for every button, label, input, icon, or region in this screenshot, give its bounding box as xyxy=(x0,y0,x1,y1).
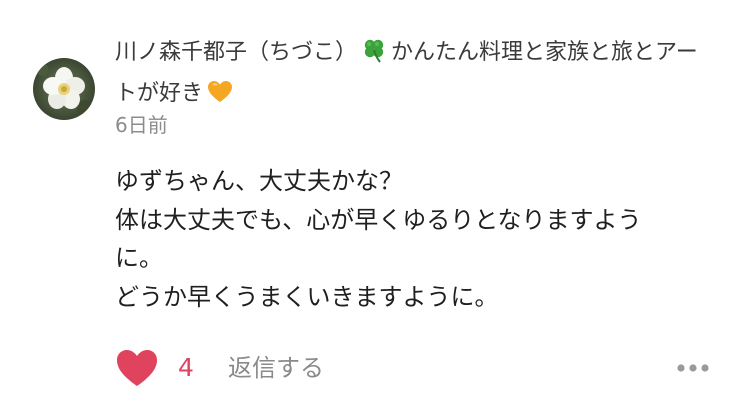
comment-line-1: ゆずちゃん、大丈夫かな？ xyxy=(115,167,403,195)
comment-line-3: に。 xyxy=(115,244,163,272)
comment-line-4: どうか早くうまくいきますように。 xyxy=(115,282,499,311)
heart-icon xyxy=(117,350,157,386)
four-leaf-clover-icon xyxy=(361,37,387,75)
comment-card: 川ノ森千都子（ちづこ） かんたん料理と家族と旅とアー トが好き 6日前 ゆずちゃん… xyxy=(0,0,739,411)
author-bio-line2: トが好き xyxy=(115,81,204,106)
comment-line-2: 体は大丈夫でも、心が早くゆるりとなりますよう xyxy=(115,205,642,234)
comment-date: 6日前 xyxy=(115,113,168,137)
author-name[interactable]: 川ノ森千都子（ちづこ） xyxy=(115,40,357,65)
like-count: 4 xyxy=(178,353,194,382)
author-bio-line1: かんたん料理と家族と旅とアー xyxy=(391,40,698,65)
more-options-button[interactable] xyxy=(675,360,711,374)
orange-heart-icon xyxy=(207,79,233,116)
reply-button[interactable]: 返信する xyxy=(228,352,324,384)
comment-body: ゆずちゃん、大丈夫かな？ 体は大丈夫でも、心が早くゆるりとなりますよう に。 ど… xyxy=(115,162,715,316)
avatar[interactable] xyxy=(33,58,95,120)
avatar-flower-image xyxy=(33,58,95,120)
more-horizontal-icon xyxy=(677,364,709,372)
like-button[interactable] xyxy=(115,348,159,388)
comment-actions: 4 返信する xyxy=(115,346,715,394)
author-info: 川ノ森千都子（ちづこ） かんたん料理と家族と旅とアー トが好き xyxy=(115,34,715,116)
